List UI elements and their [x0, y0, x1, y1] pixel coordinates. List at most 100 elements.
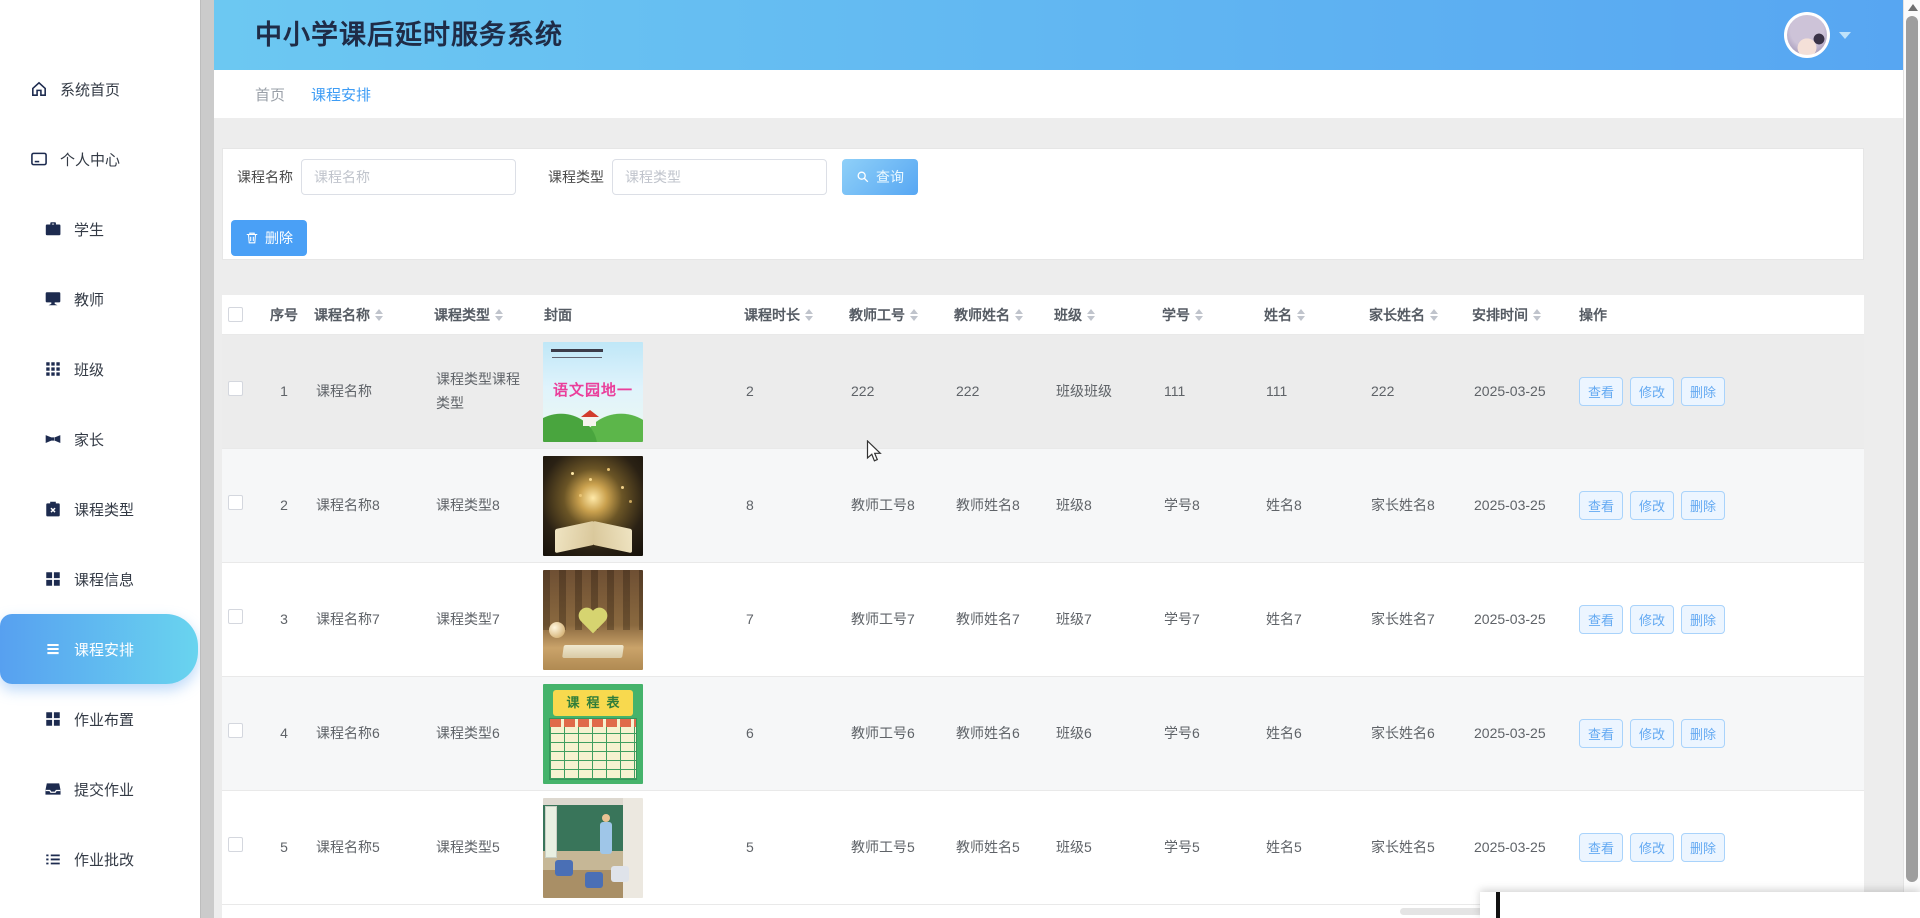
sort-carets-icon[interactable] — [910, 309, 918, 321]
row-checkbox[interactable] — [228, 495, 243, 510]
cell-arrange-time: 2025-03-25 — [1464, 836, 1571, 860]
sort-carets-icon[interactable] — [1297, 309, 1305, 321]
cell-course-type: 课程类型8 — [426, 494, 536, 518]
cell-course-name: 课程名称6 — [306, 722, 426, 746]
cover-title-text: 课程表 — [553, 690, 633, 716]
sort-carets-icon[interactable] — [495, 309, 503, 321]
sidebar-item-profile[interactable]: 个人中心 — [0, 124, 200, 194]
column-header-9[interactable]: 学号 — [1154, 305, 1256, 325]
column-header-2[interactable]: 课程名称 — [306, 305, 426, 325]
view-button[interactable]: 查看 — [1579, 377, 1623, 406]
column-header-12[interactable]: 安排时间 — [1464, 305, 1571, 325]
course-name-input[interactable] — [301, 159, 516, 195]
delete-button[interactable]: 删除 — [231, 220, 307, 256]
sidebar: 系统首页 个人中心 学生 教师 班级 家长 课程类型 课程信息 — [0, 0, 200, 918]
sort-carets-icon[interactable] — [1087, 309, 1095, 321]
sidebar-item-label: 学生 — [74, 219, 104, 240]
select-all-checkbox[interactable] — [228, 307, 243, 322]
sort-carets-icon[interactable] — [1195, 309, 1203, 321]
row-checkbox-cell — [222, 380, 262, 404]
select-all-cell — [222, 307, 262, 322]
query-button[interactable]: 查询 — [842, 159, 918, 195]
sidebar-item-label: 课程安排 — [74, 639, 134, 660]
course-cover-image: 课程表 — [543, 684, 643, 784]
tab-course-schedule[interactable]: 课程安排 — [311, 84, 371, 105]
column-header-8[interactable]: 班级 — [1046, 305, 1154, 325]
sort-carets-icon[interactable] — [375, 309, 383, 321]
cell-class: 班级班级 — [1046, 380, 1154, 404]
row-checkbox[interactable] — [228, 723, 243, 738]
course-type-input[interactable] — [612, 159, 827, 195]
cell-teacher-no: 教师工号8 — [841, 494, 946, 518]
delete-row-button[interactable]: 删除 — [1681, 491, 1725, 520]
column-header-6[interactable]: 教师工号 — [841, 305, 946, 325]
cell-cover — [536, 456, 736, 556]
delete-row-button[interactable]: 删除 — [1681, 605, 1725, 634]
column-header-7[interactable]: 教师姓名 — [946, 305, 1046, 325]
cell-teacher-no: 教师工号7 — [841, 608, 946, 632]
row-checkbox[interactable] — [228, 381, 243, 396]
edit-button[interactable]: 修改 — [1630, 377, 1674, 406]
cell-actions: 查看 修改 删除 — [1571, 833, 1864, 862]
view-button[interactable]: 查看 — [1579, 605, 1623, 634]
cell-course-name: 课程名称8 — [306, 494, 426, 518]
scrollbar-up-arrow-icon[interactable] — [1908, 4, 1918, 11]
column-header-5[interactable]: 课程时长 — [736, 305, 841, 325]
sidebar-item-label: 个人中心 — [60, 149, 120, 170]
sidebar-item-course-info[interactable]: 课程信息 — [0, 544, 200, 614]
cell-duration: 2 — [736, 380, 841, 404]
edit-button[interactable]: 修改 — [1630, 719, 1674, 748]
cell-cover: 语文园地一 — [536, 342, 736, 442]
sort-carets-icon[interactable] — [1015, 309, 1023, 321]
cell-teacher-name: 教师姓名6 — [946, 722, 1046, 746]
cell-student-no: 111 — [1154, 380, 1256, 404]
sidebar-item-classes[interactable]: 班级 — [0, 334, 200, 404]
sidebar-item-homework-assign[interactable]: 作业布置 — [0, 684, 200, 754]
view-button[interactable]: 查看 — [1579, 491, 1623, 520]
column-header-11[interactable]: 家长姓名 — [1361, 305, 1464, 325]
sidebar-item-homework-review[interactable]: 作业批改 — [0, 824, 200, 894]
sidebar-item-parents[interactable]: 家长 — [0, 404, 200, 474]
sidebar-item-course-type[interactable]: 课程类型 — [0, 474, 200, 544]
sort-carets-icon[interactable] — [1430, 309, 1438, 321]
row-checkbox[interactable] — [228, 609, 243, 624]
tab-home[interactable]: 首页 — [255, 84, 285, 105]
sort-carets-icon[interactable] — [805, 309, 813, 321]
cell-cover — [536, 570, 736, 670]
avatar-dropdown-caret[interactable] — [1839, 32, 1851, 39]
sidebar-item-label: 教师 — [74, 289, 104, 310]
cell-class: 班级5 — [1046, 836, 1154, 860]
sidebar-item-teachers[interactable]: 教师 — [0, 264, 200, 334]
cell-student-no: 学号6 — [1154, 722, 1256, 746]
grid-2x2-icon — [44, 710, 62, 728]
row-checkbox-cell — [222, 722, 262, 746]
sidebar-item-homework-submit[interactable]: 提交作业 — [0, 754, 200, 824]
sort-carets-icon[interactable] — [1533, 309, 1541, 321]
sidebar-item-home[interactable]: 系统首页 — [0, 54, 200, 124]
delete-row-button[interactable]: 删除 — [1681, 833, 1725, 862]
cell-teacher-name: 教师姓名8 — [946, 494, 1046, 518]
cell-parent-name: 家长姓名8 — [1361, 494, 1464, 518]
view-button[interactable]: 查看 — [1579, 833, 1623, 862]
sidebar-item-label: 提交作业 — [74, 779, 134, 800]
sidebar-item-course-schedule[interactable]: 课程安排 — [0, 614, 198, 684]
cell-actions: 查看 修改 删除 — [1571, 719, 1864, 748]
row-checkbox[interactable] — [228, 837, 243, 852]
cell-arrange-time: 2025-03-25 — [1464, 380, 1571, 404]
delete-row-button[interactable]: 删除 — [1681, 377, 1725, 406]
avatar[interactable] — [1784, 12, 1830, 58]
delete-row-button[interactable]: 删除 — [1681, 719, 1725, 748]
app-header: 中小学课后延时服务系统 — [214, 0, 1903, 70]
edit-button[interactable]: 修改 — [1630, 605, 1674, 634]
vertical-scrollbar[interactable] — [1903, 0, 1920, 918]
sidebar-item-students[interactable]: 学生 — [0, 194, 200, 264]
course-cover-image — [543, 456, 643, 556]
column-header-3[interactable]: 课程类型 — [426, 305, 536, 325]
view-button[interactable]: 查看 — [1579, 719, 1623, 748]
breadcrumb: 首页 课程安排 — [214, 70, 1903, 118]
sidebar-divider — [200, 0, 214, 918]
edit-button[interactable]: 修改 — [1630, 491, 1674, 520]
vertical-scrollbar-thumb[interactable] — [1906, 16, 1918, 882]
column-header-10[interactable]: 姓名 — [1256, 305, 1361, 325]
edit-button[interactable]: 修改 — [1630, 833, 1674, 862]
